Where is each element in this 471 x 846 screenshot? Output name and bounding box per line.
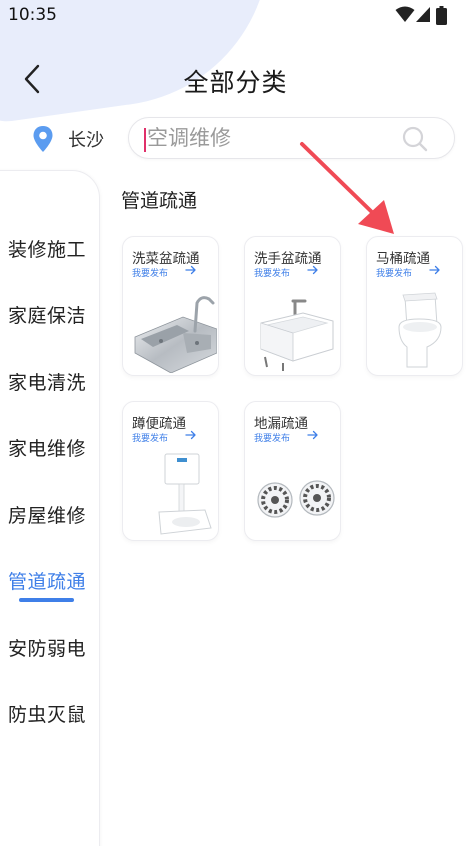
post-link[interactable]: 我要发布 [254, 266, 290, 279]
search-input[interactable] [147, 121, 397, 155]
status-bar: 10:35 [0, 0, 471, 32]
status-icons [387, 6, 447, 25]
card-title: 洗手盆疏通 [254, 251, 322, 267]
search-bar[interactable] [128, 117, 455, 159]
kitchen-sink-image [134, 296, 217, 373]
sidebar-item-label: 家电清洗 [8, 372, 87, 394]
card-title: 蹲便疏通 [132, 416, 186, 432]
arrow-right-icon [185, 265, 196, 275]
cellular-icon [416, 7, 430, 22]
category-sidebar: 装修施工 家庭保洁 家电清洗 家电维修 房屋维修 管道疏通 安防弱电 防虫灭鼠 [0, 170, 100, 846]
sidebar-item-label: 安防弱电 [8, 638, 87, 660]
sidebar-item-cleaning[interactable]: 家庭保洁 [1, 293, 101, 333]
sidebar-item-decoration[interactable]: 装修施工 [1, 227, 101, 267]
status-time: 10:35 [8, 5, 57, 25]
arrow-right-icon [307, 430, 318, 440]
floor-drain-image [257, 480, 335, 518]
sidebar-item-house-repair[interactable]: 房屋维修 [1, 493, 101, 533]
post-link[interactable]: 我要发布 [376, 266, 412, 279]
card-title: 地漏疏通 [254, 416, 308, 432]
sidebar-item-security[interactable]: 安防弱电 [1, 626, 101, 666]
location-selector[interactable]: 长沙 [32, 123, 104, 155]
sidebar-item-appliance-cleaning[interactable]: 家电清洗 [1, 360, 101, 400]
sidebar-item-pest-control[interactable]: 防虫灭鼠 [1, 692, 101, 732]
squat-toilet-image [158, 453, 212, 535]
header: 全部分类 [0, 55, 471, 105]
sidebar-item-label: 房屋维修 [8, 505, 87, 527]
active-tab-indicator [19, 598, 74, 602]
city-label: 长沙 [68, 130, 104, 151]
sidebar-item-label: 装修施工 [8, 239, 87, 261]
sidebar-item-label: 家电维修 [8, 438, 87, 460]
sidebar-item-appliance-repair[interactable]: 家电维修 [1, 426, 101, 466]
wifi-icon [395, 6, 415, 22]
sidebar-item-label: 管道疏通 [8, 571, 87, 593]
card-title: 马桶疏通 [376, 251, 430, 267]
wash-basin-image [260, 299, 334, 371]
sidebar-item-label: 防虫灭鼠 [8, 704, 87, 726]
post-link[interactable]: 我要发布 [132, 266, 168, 279]
arrow-right-icon [429, 265, 440, 275]
service-card-toilet[interactable]: 马桶疏通 我要发布 [366, 236, 463, 376]
sidebar-item-pipe-unclogging[interactable]: 管道疏通 [1, 559, 101, 599]
sidebar-item-label: 家庭保洁 [8, 305, 87, 327]
battery-icon [436, 6, 447, 25]
arrow-right-icon [185, 430, 196, 440]
post-link[interactable]: 我要发布 [132, 431, 168, 444]
service-card-wash-basin[interactable]: 洗手盆疏通 我要发布 [244, 236, 341, 376]
service-card-kitchen-sink[interactable]: 洗菜盆疏通 我要发布 [122, 236, 219, 376]
post-link[interactable]: 我要发布 [254, 431, 290, 444]
search-icon[interactable] [402, 126, 428, 152]
card-title: 洗菜盆疏通 [132, 251, 200, 267]
map-pin-icon [33, 126, 53, 152]
section-title: 管道疏通 [121, 190, 198, 212]
page-title: 全部分类 [183, 68, 288, 97]
service-card-squat-toilet[interactable]: 蹲便疏通 我要发布 [122, 401, 219, 541]
arrow-right-icon [307, 265, 318, 275]
text-cursor [144, 128, 146, 152]
toilet-image [398, 292, 442, 368]
service-card-floor-drain[interactable]: 地漏疏通 我要发布 [244, 401, 341, 541]
